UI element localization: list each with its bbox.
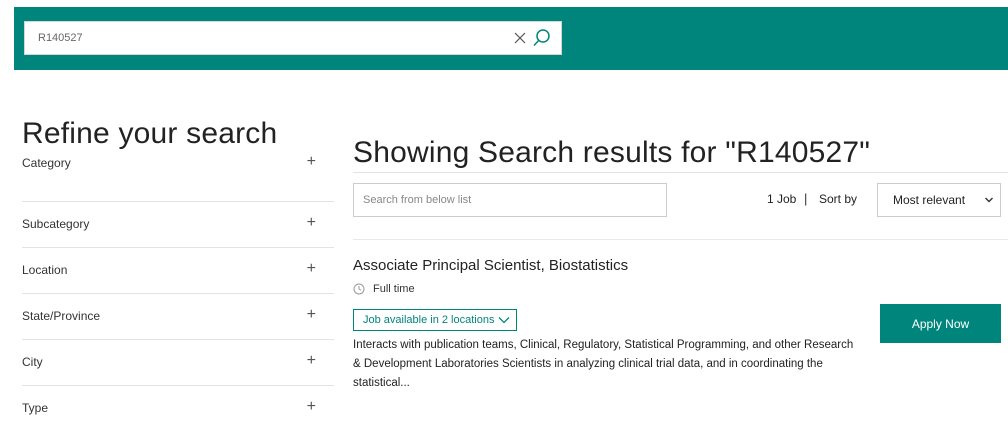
search-input[interactable]: R140527 bbox=[25, 32, 511, 44]
divider bbox=[353, 172, 1008, 173]
expand-plus-icon[interactable]: + bbox=[307, 306, 316, 324]
sort-label: Sort by bbox=[819, 192, 858, 206]
divider bbox=[353, 239, 1008, 240]
facet-label: Subcategory bbox=[22, 217, 90, 231]
sort-selected-value: Most relevant bbox=[893, 193, 966, 207]
facet-label: City bbox=[22, 355, 43, 369]
search-box[interactable]: R140527 bbox=[24, 21, 562, 55]
job-title-link[interactable]: Associate Principal Scientist, Biostatis… bbox=[353, 257, 628, 274]
close-icon[interactable] bbox=[511, 29, 529, 47]
filter-list-input[interactable] bbox=[353, 183, 667, 217]
facet-type[interactable]: Type + bbox=[22, 386, 334, 432]
refine-sidebar: Refine your search Category + Subcategor… bbox=[22, 112, 334, 432]
facet-label: Location bbox=[22, 263, 68, 277]
facet-subcategory[interactable]: Subcategory + bbox=[22, 202, 334, 248]
expand-plus-icon[interactable]: + bbox=[307, 352, 316, 370]
chevron-down-icon bbox=[984, 191, 994, 209]
apply-now-button[interactable]: Apply Now bbox=[880, 304, 1001, 343]
clock-icon bbox=[353, 283, 365, 295]
job-count: 1 Job bbox=[767, 192, 797, 206]
job-description: Interacts with publication teams, Clinic… bbox=[353, 339, 854, 389]
facet-state-province[interactable]: State/Province + bbox=[22, 294, 334, 340]
job-type: Full time bbox=[353, 283, 415, 295]
sort-dropdown[interactable]: Most relevant bbox=[877, 183, 1001, 217]
results-title: Showing Search results for "R140527" bbox=[353, 136, 871, 169]
expand-plus-icon[interactable]: + bbox=[307, 153, 316, 171]
facet-city[interactable]: City + bbox=[22, 340, 334, 386]
chevron-down-icon bbox=[498, 316, 510, 324]
expand-plus-icon[interactable]: + bbox=[307, 260, 316, 278]
locations-label: Job available in 2 locations bbox=[363, 314, 495, 326]
expand-plus-icon[interactable]: + bbox=[307, 214, 316, 232]
job-type-label: Full time bbox=[373, 283, 415, 295]
sidebar-title: Refine your search bbox=[22, 117, 278, 150]
expand-plus-icon[interactable]: + bbox=[307, 398, 316, 416]
facet-label: Category bbox=[22, 156, 71, 170]
facet-category[interactable]: Category + bbox=[22, 153, 334, 202]
results-panel: Showing Search results for "R140527" 1 J… bbox=[353, 128, 1008, 389]
facet-label: Type bbox=[22, 401, 49, 415]
facet-location[interactable]: Location + bbox=[22, 248, 334, 294]
facet-label: State/Province bbox=[22, 309, 101, 323]
locations-toggle[interactable]: Job available in 2 locations bbox=[353, 309, 517, 331]
search-icon[interactable] bbox=[531, 27, 553, 49]
separator: | bbox=[804, 191, 808, 206]
header-bar: R140527 bbox=[14, 7, 1008, 70]
